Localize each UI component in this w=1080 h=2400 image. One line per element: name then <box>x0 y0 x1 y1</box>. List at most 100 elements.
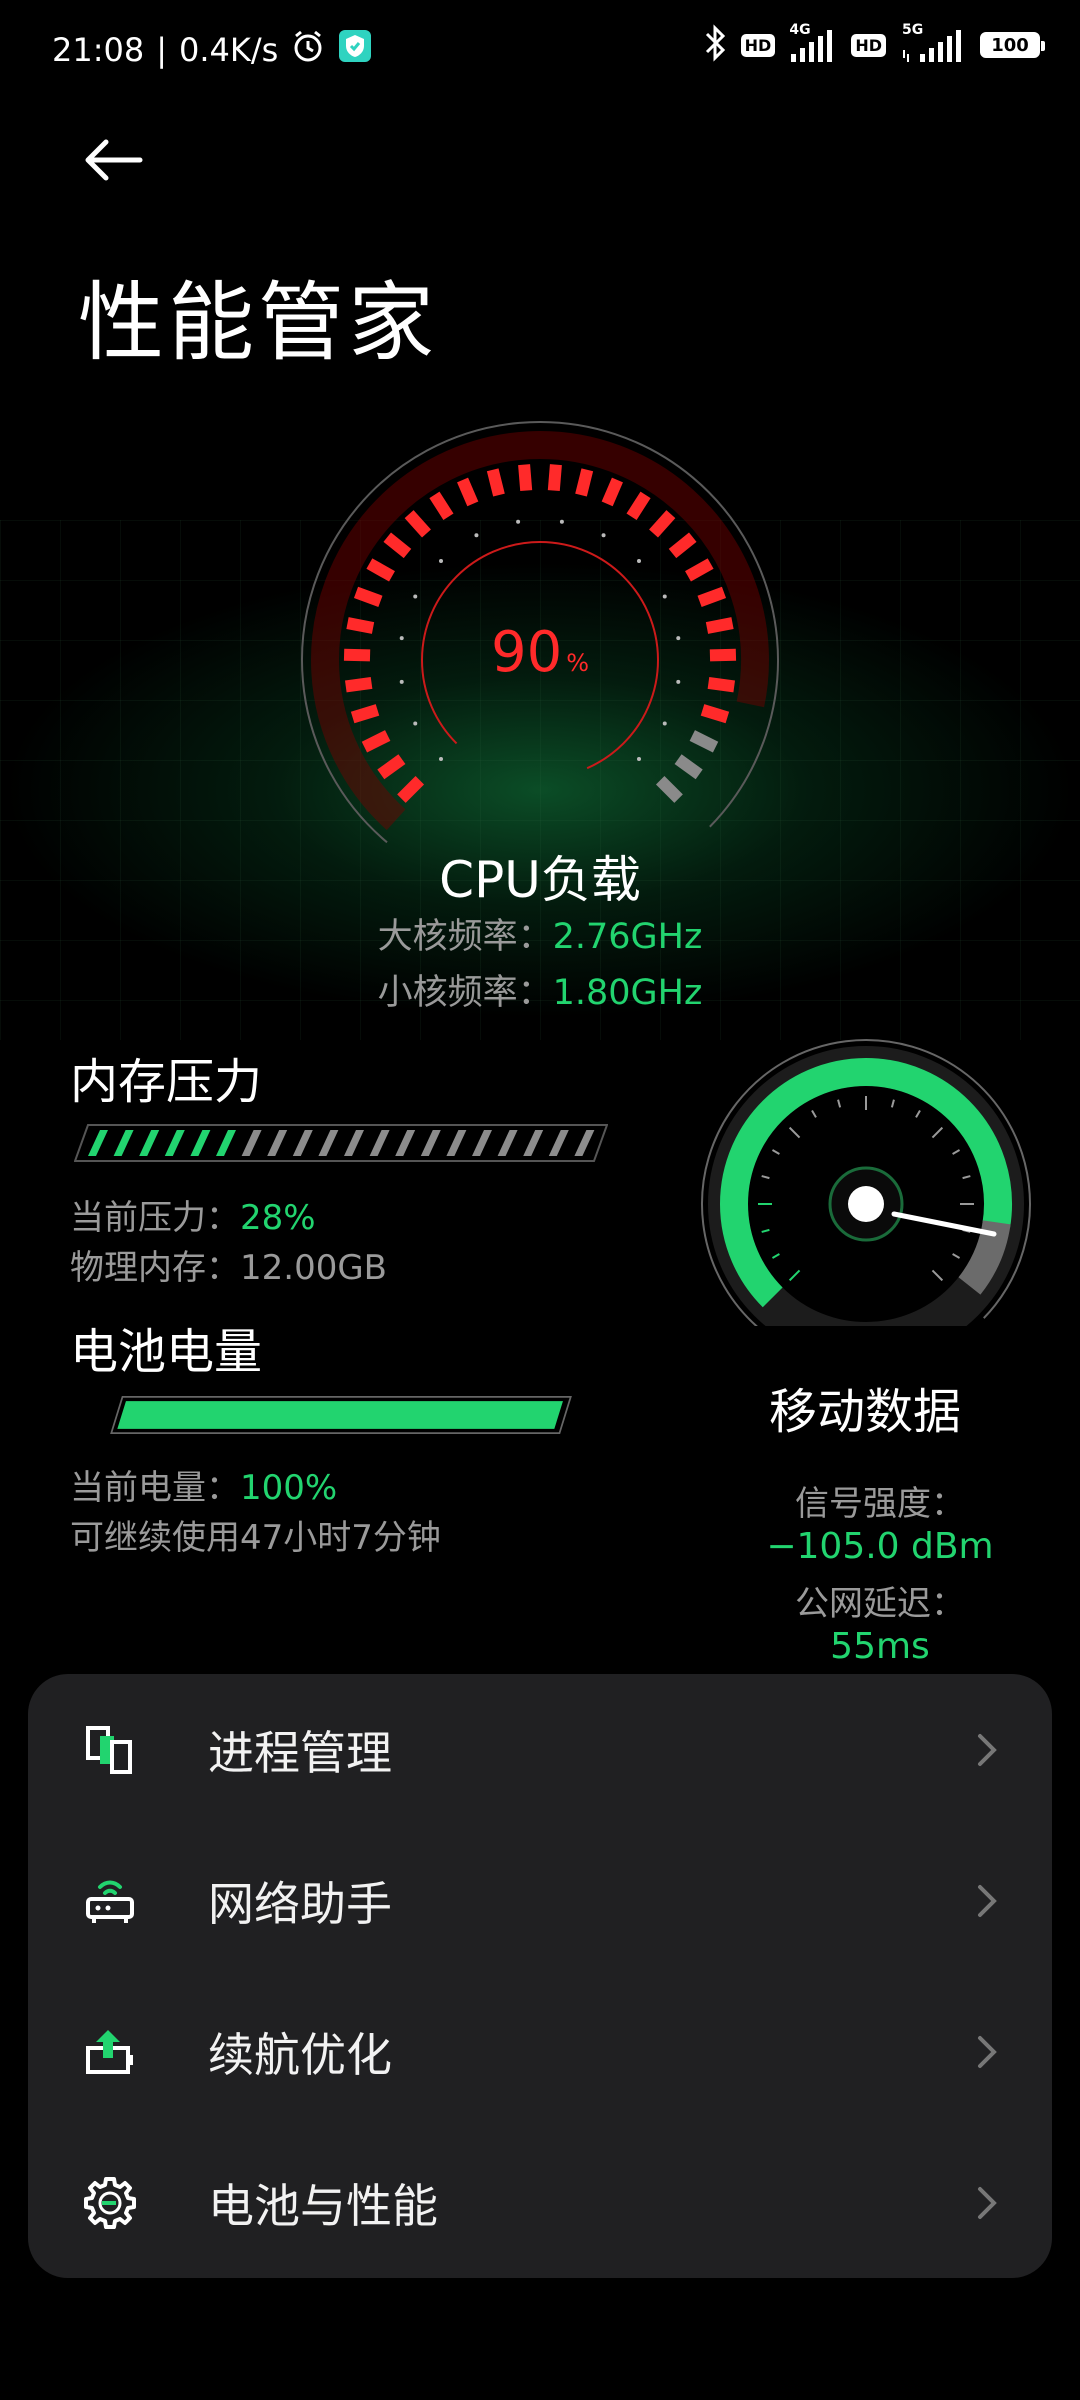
cpu-gauge-tick <box>486 468 505 497</box>
battery-remaining-time: 可继续使用47小时7分钟 <box>70 1518 441 1558</box>
cpu-gauge-tick <box>547 464 562 492</box>
chevron-right-icon <box>978 2186 997 2219</box>
cpu-gauge-tick <box>685 558 714 582</box>
battery-indicator: 100 <box>980 32 1045 58</box>
memory-pressure-bar <box>74 1124 608 1162</box>
memory-pressure-label: 当前压力： <box>70 1198 240 1238</box>
cpu-gauge-dot <box>636 559 641 564</box>
cpu-gauge-dot <box>439 559 444 564</box>
cpu-gauge-dot <box>636 756 641 761</box>
cpu-gauge-dot <box>601 533 606 538</box>
cpu-gauge-tick <box>668 532 697 559</box>
data-gauge-tick <box>761 1175 770 1180</box>
memory-pressure-stripe <box>574 1130 595 1156</box>
cpu-load-title: CPU负载 <box>439 851 641 909</box>
memory-pressure-stripe <box>164 1130 185 1156</box>
data-gauge-tick <box>952 1253 961 1259</box>
battery-level-bar <box>110 1396 572 1434</box>
cpu-gauge-tick <box>383 532 412 559</box>
cpu-gauge-tick <box>429 491 454 520</box>
cpu-gauge-tick <box>674 754 703 780</box>
menu-item-process-management[interactable]: 进程管理 <box>28 1674 1052 1825</box>
router-icon <box>80 1871 140 1931</box>
memory-pressure-stripe <box>292 1130 313 1156</box>
cpu-gauge-tick <box>575 468 594 497</box>
cpu-gauge-tick <box>404 510 431 538</box>
tools-menu-card: 进程管理 网络助手 续航优化 电池与性能 <box>28 1674 1052 2278</box>
cpu-gauge-tick <box>689 730 719 753</box>
menu-item-label: 续航优化 <box>208 2027 392 2082</box>
menu-item-label: 网络助手 <box>208 1876 392 1931</box>
menu-item-network-assistant[interactable]: 网络助手 <box>28 1825 1052 1976</box>
cpu-gauge-tick <box>397 775 425 803</box>
data-gauge-tick <box>771 1149 780 1155</box>
data-gauge-tick <box>931 1126 944 1139</box>
big-core-value: 2.76GHz <box>552 917 703 957</box>
bluetooth-icon <box>703 24 727 66</box>
status-separator: | <box>156 31 167 69</box>
cpu-gauge-tick <box>353 586 383 608</box>
battery-level-value: 100% <box>240 1468 338 1508</box>
cpu-gauge-tick <box>700 704 730 724</box>
cpu-gauge-tick <box>377 754 406 780</box>
cpu-gauge-tick <box>350 704 380 724</box>
battery-title: 电池电量 <box>70 1324 263 1380</box>
cpu-gauge-tick <box>518 464 533 492</box>
memory-pressure-stripe <box>446 1130 467 1156</box>
memory-pressure-stripe <box>267 1130 288 1156</box>
signal-strength-label: 信号强度： <box>795 1484 965 1524</box>
data-gauge-tick <box>811 1109 817 1118</box>
cpu-gauge-dot <box>474 533 479 538</box>
small-core-frequency: 小核频率：1.80GHz <box>290 964 790 1015</box>
memory-pressure-stripe <box>497 1130 518 1156</box>
back-button[interactable] <box>78 130 148 190</box>
cpu-gauge-dot <box>662 594 667 599</box>
memory-pressure-stripe <box>420 1130 441 1156</box>
data-gauge-tick <box>788 1269 801 1282</box>
menu-item-label: 进程管理 <box>208 1725 392 1780</box>
cpu-gauge-tick <box>697 586 727 608</box>
cpu-load-number: 90 <box>490 620 563 685</box>
data-gauge-tick <box>761 1228 770 1233</box>
signal-4g-icon: 4G <box>789 22 837 64</box>
memory-pressure-stripe <box>216 1130 236 1156</box>
cpu-gauge-dot <box>413 594 418 599</box>
cpu-gauge-tick <box>649 510 676 538</box>
memory-pressure-stripe <box>523 1130 544 1156</box>
status-left: 21:08 | 0.4K/s <box>52 28 372 72</box>
battery-level-info: 当前电量：100% <box>70 1460 337 1509</box>
data-gauge-tick <box>771 1253 780 1259</box>
memory-pressure-stripe <box>548 1130 569 1156</box>
physical-memory-info: 物理内存：12.00GB <box>70 1240 387 1289</box>
big-core-frequency: 大核频率：2.76GHz <box>290 908 790 959</box>
cpu-gauge-dot <box>662 721 667 726</box>
battery-level-fill <box>117 1401 563 1429</box>
menu-item-battery-performance[interactable]: 电池与性能 <box>28 2127 1052 2278</box>
cpu-gauge-tick <box>626 491 651 520</box>
memory-pressure-stripe <box>88 1130 108 1156</box>
physical-memory-label: 物理内存： <box>70 1248 240 1288</box>
memory-pressure-stripe <box>369 1130 390 1156</box>
cpu-load-unit: % <box>566 649 590 677</box>
alarm-icon <box>290 28 326 72</box>
status-bar: 21:08 | 0.4K/s HD 4G HD 5G 100 <box>0 0 1080 100</box>
small-core-value: 1.80GHz <box>552 973 703 1013</box>
cpu-gauge-dot <box>559 519 564 524</box>
small-core-label: 小核频率： <box>377 973 553 1013</box>
data-gauge-tick <box>788 1126 801 1139</box>
menu-item-endurance-optimization[interactable]: 续航优化 <box>28 1976 1052 2127</box>
cpu-gauge-dot <box>516 519 521 524</box>
cpu-gauge-tick <box>601 477 623 507</box>
data-gauge-tick <box>962 1175 971 1180</box>
signal-5g-icon: 5G <box>900 22 966 64</box>
page-title: 性能管家 <box>78 273 438 373</box>
cpu-load-value: 90% <box>290 620 790 685</box>
memory-pressure-stripe <box>472 1130 492 1156</box>
data-gauge-tick <box>915 1109 921 1118</box>
cpu-gauge-tick <box>366 558 395 582</box>
battery-boost-icon <box>80 2022 140 2082</box>
physical-memory-value: 12.00GB <box>240 1248 388 1288</box>
hd-badge-2: HD <box>851 33 886 57</box>
status-right: HD 4G HD 5G 100 <box>703 22 1045 66</box>
status-time: 21:08 <box>52 31 145 69</box>
